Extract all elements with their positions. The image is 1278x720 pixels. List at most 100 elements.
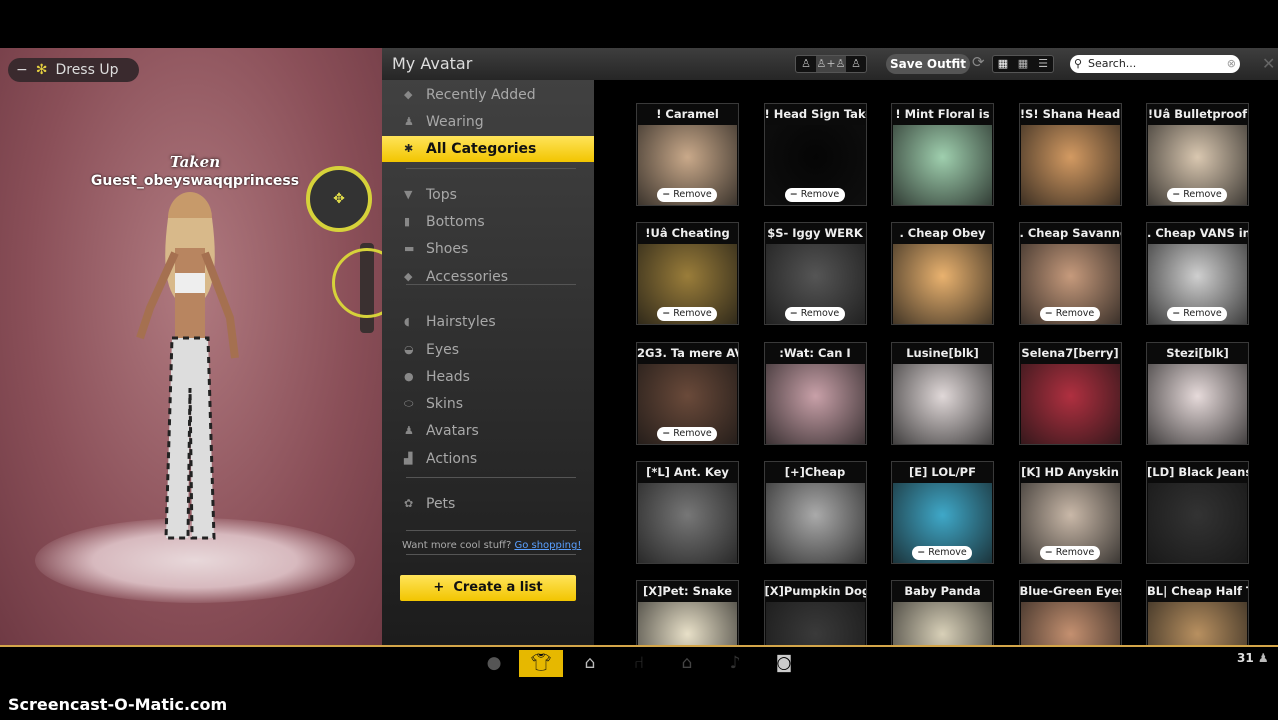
- remove-button[interactable]: − Remove: [1039, 307, 1100, 322]
- item-tile[interactable]: [E] LOL/PF − Remove: [891, 460, 994, 564]
- sidebar-item-recently-added[interactable]: ◆ Recently Added: [382, 82, 594, 108]
- item-thumbnail[interactable]: [1020, 125, 1120, 205]
- chat-bubble-icon[interactable]: ●: [472, 650, 516, 677]
- item-tile[interactable]: :Wat: Can I: [763, 341, 867, 445]
- create-list-button[interactable]: + Create a list: [400, 575, 576, 601]
- sidebar-item-tops[interactable]: ▼ Tops: [382, 182, 594, 208]
- item-tile[interactable]: [*L] Ant. Key: [636, 460, 739, 564]
- item-thumbnail[interactable]: [765, 602, 865, 645]
- layout-toggle[interactable]: ▦ ▦ ☰: [992, 55, 1054, 73]
- item-tile[interactable]: $S- Iggy WERK − Remove: [763, 222, 867, 326]
- item-thumbnail[interactable]: [1148, 363, 1247, 444]
- remove-button[interactable]: − Remove: [912, 545, 972, 560]
- item-tile[interactable]: Lusine[blk]: [891, 341, 994, 445]
- item-name: !S! Shana Head: [1019, 107, 1121, 121]
- item-thumbnail[interactable]: [638, 602, 737, 645]
- item-thumbnail[interactable]: [1148, 482, 1247, 563]
- divider: [406, 554, 576, 555]
- remove-button[interactable]: − Remove: [1039, 545, 1100, 560]
- item-name: Blue-Green Eyes: [1019, 584, 1121, 599]
- item-tile[interactable]: !Uâ Cheating − Remove: [636, 222, 739, 326]
- hanger-icon[interactable]: ⌂: [568, 650, 612, 677]
- minus-icon: −: [16, 62, 28, 78]
- sidebar-item-actions[interactable]: ▟ Actions: [382, 446, 594, 472]
- sidebar-item-hairstyles[interactable]: ◖ Hairstyles: [382, 309, 594, 335]
- large-grid-icon[interactable]: ▦: [993, 56, 1013, 72]
- close-icon[interactable]: ✕: [1262, 54, 1275, 73]
- sidebar-item-bottoms[interactable]: ▮ Bottoms: [382, 209, 594, 235]
- sidebar-item-pets[interactable]: ✿ Pets: [382, 491, 594, 517]
- item-thumbnail[interactable]: [1148, 602, 1247, 645]
- item-thumbnail[interactable]: [1020, 602, 1120, 645]
- item-tile[interactable]: [X]Pumpkin Dog: [763, 580, 867, 645]
- plus-icon: +: [433, 580, 445, 595]
- refresh-icon[interactable]: ⟳: [972, 53, 985, 71]
- user-icon: ♟: [404, 424, 414, 437]
- camera-icon[interactable]: ◙: [762, 650, 806, 677]
- item-tile[interactable]: Blue-Green Eyes: [1018, 580, 1122, 645]
- item-thumbnail[interactable]: [893, 125, 992, 205]
- item-thumbnail[interactable]: [765, 482, 865, 563]
- item-name: ! Caramel: [656, 107, 719, 121]
- head-icon: ●: [404, 370, 414, 383]
- remove-button[interactable]: − Remove: [657, 426, 717, 441]
- avatar-username: Guest_obeyswaqqprincess: [90, 173, 300, 189]
- item-tile[interactable]: . Cheap Obey: [891, 222, 994, 326]
- item-tile[interactable]: ! Caramel − Remove: [636, 103, 739, 206]
- item-thumbnail[interactable]: [1020, 363, 1120, 444]
- sidebar-item-shoes[interactable]: ▬ Shoes: [382, 236, 594, 262]
- home-icon[interactable]: ⌂: [665, 650, 709, 677]
- remove-button[interactable]: − Remove: [657, 188, 717, 202]
- item-tile[interactable]: [K] HD Anyskin − Remove: [1018, 460, 1122, 564]
- item-tile[interactable]: [LD] Black Jeans: [1146, 460, 1249, 564]
- single-avatar-icon[interactable]: ♙: [796, 56, 816, 72]
- item-tile[interactable]: ! Mint Floral is: [891, 103, 994, 206]
- sidebar-item-wearing[interactable]: ♟ Wearing: [382, 109, 594, 135]
- shirt-icon[interactable]: 👕︎: [519, 650, 563, 677]
- item-tile[interactable]: Selena7[berry]: [1018, 341, 1122, 445]
- view-mode-toggle[interactable]: ♙ ♙+♙ ♙: [795, 55, 867, 73]
- sidebar-item-accessories[interactable]: ◆ Accessories: [382, 264, 594, 290]
- item-thumbnail[interactable]: [893, 602, 992, 645]
- minus-icon: −: [662, 189, 671, 200]
- item-tile[interactable]: Baby Panda: [891, 580, 994, 645]
- list-icon[interactable]: ☰: [1033, 56, 1053, 72]
- item-thumbnail[interactable]: [765, 363, 865, 444]
- dress-up-button[interactable]: − ✻ Dress Up: [8, 58, 139, 82]
- remove-button[interactable]: − Remove: [657, 307, 717, 322]
- item-tile[interactable]: ! Head Sign Taken − Remove: [763, 103, 867, 206]
- avatar-plus-avatar-icon[interactable]: ♙+♙: [816, 56, 846, 72]
- remove-button[interactable]: − Remove: [1167, 188, 1227, 202]
- music-icon[interactable]: ♪: [713, 650, 757, 677]
- item-tile[interactable]: [X]Pet: Snake: [636, 580, 739, 645]
- sidebar-item-heads[interactable]: ● Heads: [382, 364, 594, 390]
- sidebar-item-eyes[interactable]: ◒ Eyes: [382, 337, 594, 363]
- clear-icon[interactable]: ⊗: [1227, 55, 1236, 73]
- item-thumbnail[interactable]: [638, 482, 737, 563]
- remove-button[interactable]: − Remove: [784, 307, 845, 322]
- remove-button[interactable]: − Remove: [784, 188, 845, 202]
- minus-icon: −: [1172, 308, 1181, 320]
- chair-icon[interactable]: ⑁: [617, 650, 661, 677]
- item-tile[interactable]: . Cheap VANS in − Remove: [1146, 222, 1249, 326]
- sidebar-item-all-categories[interactable]: ✱ All Categories: [382, 136, 594, 162]
- small-grid-icon[interactable]: ▦: [1013, 56, 1033, 72]
- item-tile[interactable]: BL| Cheap Half T: [1146, 580, 1249, 645]
- item-tile[interactable]: . Cheap Savanne − Remove: [1018, 222, 1122, 326]
- sidebar-item-avatars[interactable]: ♟ Avatars: [382, 418, 594, 444]
- item-tile[interactable]: !S! Shana Head: [1018, 103, 1122, 206]
- avatar-icon[interactable]: ♙: [846, 56, 866, 72]
- item-tile[interactable]: [+]Cheap: [763, 460, 867, 564]
- remove-button[interactable]: − Remove: [1167, 307, 1227, 322]
- item-tile[interactable]: Stezi[blk]: [1146, 341, 1249, 445]
- item-thumbnail[interactable]: [893, 363, 992, 444]
- go-shopping-link[interactable]: Go shopping!: [514, 540, 581, 551]
- sidebar-item-skins[interactable]: ⬭ Skins: [382, 391, 594, 417]
- camera-pan-control[interactable]: ✥: [306, 166, 372, 232]
- item-thumbnail[interactable]: [893, 244, 992, 325]
- item-tile[interactable]: 2G3. Ta mere AVI − Remove: [636, 341, 739, 445]
- search-input[interactable]: ⚲ ⊗ Search...: [1070, 55, 1240, 73]
- item-name: 2G3. Ta mere AVI: [637, 345, 738, 360]
- item-tile[interactable]: !Uâ Bulletproof − Remove: [1146, 103, 1249, 206]
- save-outfit-button[interactable]: Save Outfit: [886, 54, 970, 74]
